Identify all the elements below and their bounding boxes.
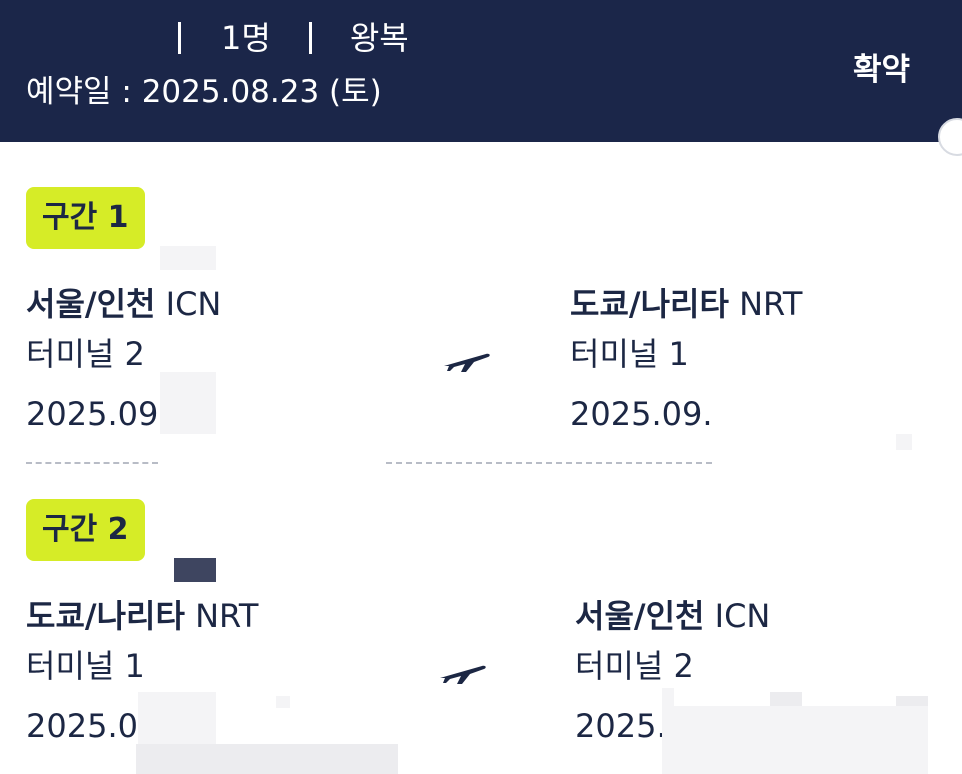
divider bbox=[308, 22, 312, 54]
redaction-mask bbox=[160, 372, 216, 434]
city-name: 서울/인천 bbox=[26, 285, 156, 323]
segment-2-arrival-date: 2025. bbox=[575, 707, 667, 745]
passenger-count: 1명 bbox=[221, 19, 271, 57]
redaction-mask bbox=[662, 706, 928, 774]
segment-2-departure-terminal: 터미널 1 bbox=[26, 647, 145, 685]
redaction-mask bbox=[662, 688, 674, 706]
segment-1-arrival-terminal: 터미널 1 bbox=[570, 335, 689, 373]
segment-1-departure-terminal: 터미널 2 bbox=[26, 335, 145, 373]
airport-code: NRT bbox=[739, 285, 803, 323]
segment-2-departure-date: 2025.0 bbox=[26, 707, 138, 745]
status-badge: 확약 bbox=[852, 52, 910, 88]
airport-code: NRT bbox=[195, 597, 259, 635]
airport-code: ICN bbox=[714, 597, 771, 635]
segment-2-arrival-city: 서울/인천 ICN bbox=[575, 596, 770, 636]
segment-1-arrival-city: 도쿄/나리타 NRT bbox=[570, 284, 802, 324]
reservation-header: 1명 왕복 예약일 : 2025.08.23 (토) 확약 bbox=[0, 0, 962, 142]
reservation-date: 예약일 : 2025.08.23 (토) bbox=[26, 74, 382, 110]
redaction-mask bbox=[174, 558, 216, 582]
airplane-icon bbox=[444, 353, 490, 372]
redaction-mask bbox=[136, 744, 398, 774]
segment-badge-2: 구간 2 bbox=[26, 499, 145, 561]
airport-code: ICN bbox=[165, 285, 222, 323]
divider bbox=[178, 22, 181, 54]
segment-1-departure-city: 서울/인천 ICN bbox=[26, 284, 221, 324]
redaction-mask bbox=[276, 696, 290, 708]
redaction-mask bbox=[138, 692, 216, 744]
redaction-mask bbox=[896, 434, 912, 450]
expand-handle[interactable] bbox=[938, 118, 962, 156]
segment-badge-1: 구간 1 bbox=[26, 187, 145, 249]
city-name: 도쿄/나리타 bbox=[26, 597, 185, 635]
reservation-card: 1명 왕복 예약일 : 2025.08.23 (토) 확약 구간 1 서울/인천… bbox=[0, 0, 962, 774]
segment-divider bbox=[26, 462, 158, 464]
trip-type: 왕복 bbox=[349, 19, 409, 57]
segment-1-departure-date: 2025.09 bbox=[26, 395, 159, 433]
segment-2-arrival-terminal: 터미널 2 bbox=[575, 647, 694, 685]
segment-1-arrival-date: 2025.09. bbox=[570, 395, 713, 433]
city-name: 서울/인천 bbox=[575, 597, 705, 635]
trip-summary: 1명 왕복 bbox=[178, 18, 409, 58]
segment-2-departure-city: 도쿄/나리타 NRT bbox=[26, 596, 258, 636]
redaction-mask bbox=[160, 246, 216, 270]
segment-divider bbox=[386, 462, 712, 464]
airplane-icon bbox=[440, 665, 486, 684]
city-name: 도쿄/나리타 bbox=[570, 285, 729, 323]
